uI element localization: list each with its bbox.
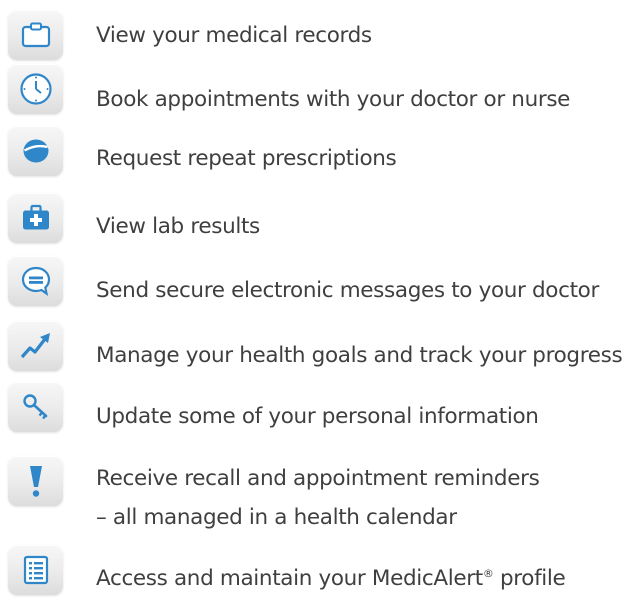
feature-label: View lab results [96,214,260,239]
feature-label: Receive recall and appointment reminders [96,466,540,491]
exclamation-icon [8,456,63,506]
clock-icon [8,64,63,114]
feature-label: Send secure electronic messages to your … [96,278,599,303]
feature-label: Manage your health goals and track your … [96,343,623,368]
medical-kit-icon [8,193,63,243]
feature-label: Update some of your personal information [96,404,539,429]
key-icon [8,382,63,432]
feature-list: View your medical records Book appointme… [0,0,627,600]
feature-label-tail: profile [493,566,566,591]
list-document-icon [8,545,63,595]
message-bubble-icon [8,256,63,306]
feature-label: Access and maintain your MedicAlert® pro… [96,565,566,593]
feature-label: View your medical records [96,23,372,48]
registered-mark: ® [482,567,494,580]
pill-icon [8,126,63,176]
feature-label: Request repeat prescriptions [96,146,397,171]
clipboard-icon [8,10,63,60]
feature-label: Book appointments with your doctor or nu… [96,87,571,112]
feature-label-continued: – all managed in a health calendar [96,505,457,530]
trend-arrow-icon [8,321,63,371]
feature-label-main: Access and maintain your MedicAlert [96,566,483,591]
